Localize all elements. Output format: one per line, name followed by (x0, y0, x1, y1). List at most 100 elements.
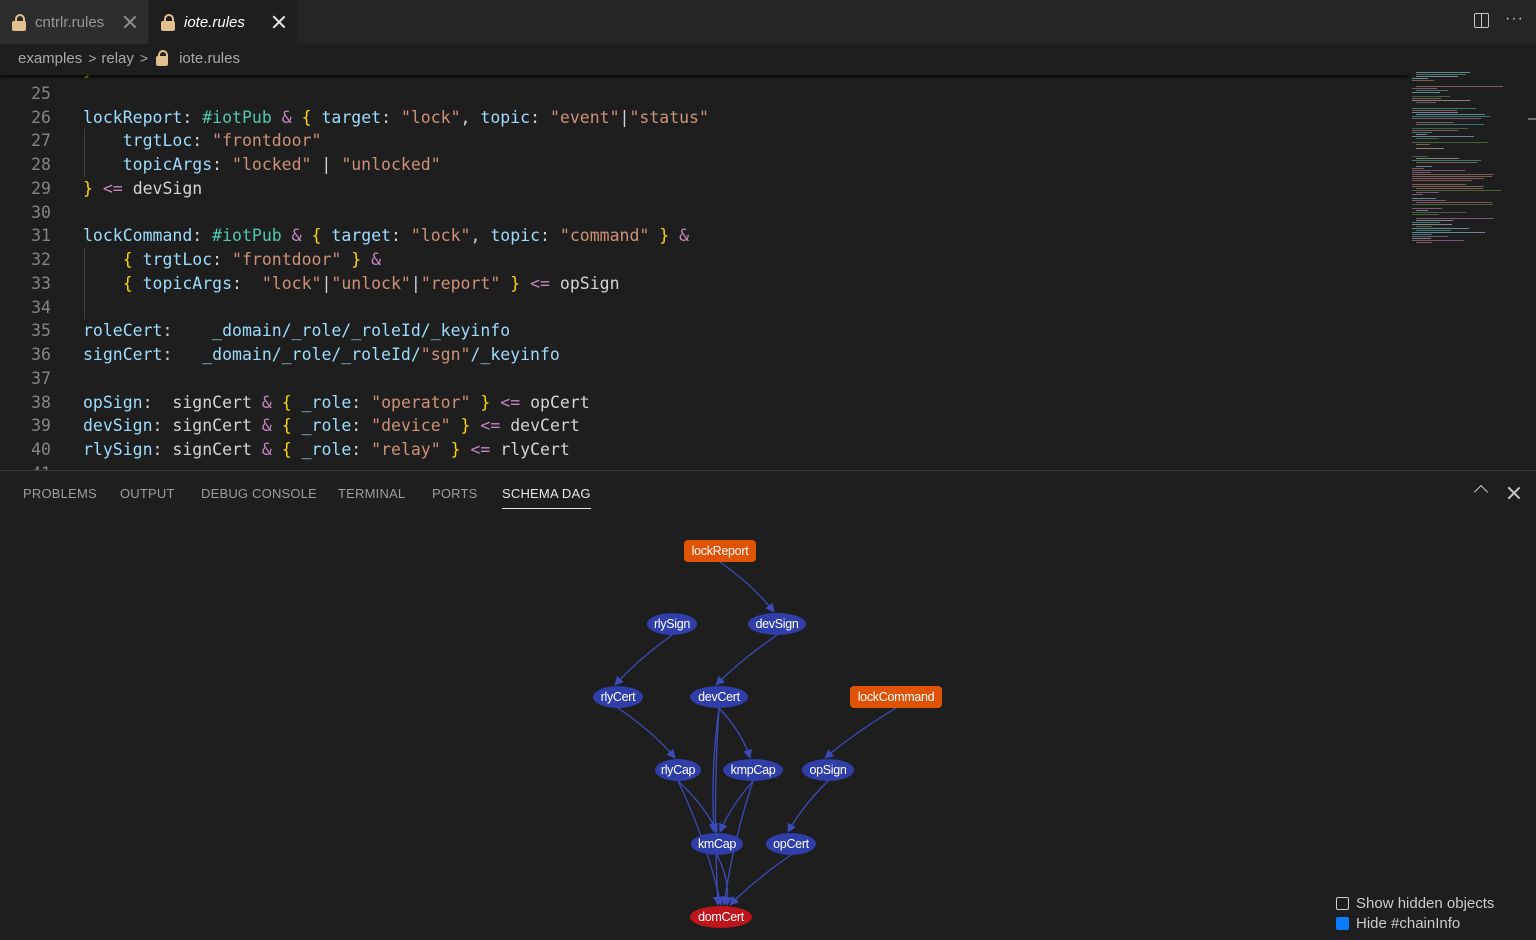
line-number: 30 (31, 202, 51, 222)
minimap-line (1416, 134, 1427, 135)
minimap-line (1412, 194, 1423, 195)
code-token: : (162, 345, 203, 364)
code-token: : (530, 107, 550, 127)
code-text: trgtLoc: "frontdoor" (83, 129, 322, 153)
code-token: _domain/_role/_roleId/_keyinfo (212, 321, 511, 341)
code-text: lockReport: #iotPub & { target: "lock", … (83, 106, 709, 130)
dag-node-lockCommand[interactable]: lockCommand (850, 686, 942, 708)
code-token: "command" (559, 226, 650, 246)
dag-edge-devCert-kmpCap (718, 707, 753, 759)
minimap-line (1416, 220, 1453, 221)
dag-edge-rlySign-rlyCert (614, 634, 673, 686)
code-text: signCert: _domain/_role/_roleId/"sgn"/_k… (83, 343, 560, 367)
chevron-right-icon: > (139, 50, 149, 66)
dag-node-opCert[interactable]: opCert (766, 833, 816, 855)
scrollbar[interactable] (1528, 118, 1536, 120)
dag-edge-devSign-devCert (715, 634, 778, 686)
code-line: 41 (0, 462, 1408, 470)
minimap-line (1416, 114, 1485, 115)
code-token: _role (301, 440, 352, 459)
code-token: topicArgs (83, 155, 213, 174)
indent-guide (84, 129, 85, 177)
minimap-line (1416, 226, 1432, 227)
code-token: & (281, 226, 312, 246)
line-number: 40 (31, 440, 51, 459)
dag-edge-kmCap-domCert (716, 854, 733, 906)
minimap-line (1412, 88, 1437, 89)
dag-node-rlyCap[interactable]: rlyCap (655, 759, 701, 781)
dag-node-label: lockReport (692, 544, 750, 558)
code-token: { (301, 107, 322, 127)
code-token: /_keyinfo (470, 345, 560, 364)
code-token: : (212, 250, 233, 269)
code-token: & (669, 226, 690, 246)
code-line: 36 signCert: _domain/_role/_roleId/"sgn"/… (0, 343, 1408, 367)
line-number: 36 (31, 345, 51, 364)
code-token: "event" (549, 107, 620, 127)
line-number: 38 (31, 392, 51, 412)
more-actions-icon[interactable]: ··· (1505, 10, 1524, 28)
minimap-line (1412, 180, 1472, 181)
breadcrumb-item-relay[interactable]: relay (101, 50, 134, 67)
code-token: & (251, 416, 282, 436)
code-token: { (281, 440, 302, 459)
code-token: : (142, 392, 173, 412)
code-line: 33 { topicArgs: "lock"|"unlock"|"report"… (0, 272, 1408, 296)
split-editor-icon[interactable] (1474, 13, 1489, 28)
minimap-line (1412, 184, 1466, 185)
breadcrumb-item-file[interactable]: iote.rules (179, 50, 240, 67)
code-line: 37 (0, 367, 1408, 391)
minimap-line (1416, 144, 1430, 145)
code-editor[interactable]: 24}2526lockReport: #iotPub & { target: "… (0, 72, 1408, 470)
line-number: 37 (31, 368, 51, 388)
minimap-line (1416, 166, 1432, 167)
show-hidden-checkbox[interactable] (1336, 896, 1349, 910)
minimap[interactable] (1412, 72, 1524, 247)
code-token: } (649, 226, 670, 246)
hide-chaininfo-option[interactable]: Hide #chainInfo (1336, 913, 1494, 933)
dag-node-lockReport[interactable]: lockReport (684, 540, 756, 562)
dag-node-label: kmpCap (731, 763, 776, 777)
line-number: 28 (31, 155, 51, 174)
dag-node-domCert[interactable]: domCert (690, 906, 752, 928)
minimap-line (1412, 78, 1428, 79)
dag-node-label: opSign (809, 763, 846, 777)
code-token: devCert (510, 416, 580, 436)
line-number: 32 (31, 250, 51, 269)
dag-node-devSign[interactable]: devSign (748, 613, 806, 635)
close-icon[interactable] (271, 14, 287, 30)
dag-node-kmpCap[interactable]: kmpCap (723, 759, 783, 781)
tab-iote-rules[interactable]: iote.rules (149, 0, 297, 44)
code-token: devSign (83, 416, 153, 436)
code-token: { (281, 392, 302, 412)
dag-node-rlyCert[interactable]: rlyCert (593, 686, 643, 708)
hide-chaininfo-checkbox[interactable] (1336, 916, 1349, 930)
code-text: opSign: signCert & { _role: "operator" }… (83, 391, 590, 415)
dag-node-devCert[interactable]: devCert (690, 686, 748, 708)
code-token: | (410, 273, 421, 293)
dag-node-kmCap[interactable]: kmCap (691, 833, 743, 855)
tab-cntrlr-rules[interactable]: cntrlr.rules (0, 0, 148, 44)
minimap-line (1412, 172, 1431, 173)
code-token: <= (460, 440, 501, 459)
close-icon[interactable] (122, 14, 138, 30)
dag-node-opSign[interactable]: opSign (802, 759, 854, 781)
code-token: : (212, 155, 233, 174)
line-number: 39 (31, 416, 51, 436)
dag-edge-kmpCap-kmCap (718, 780, 754, 833)
minimap-line (1412, 112, 1458, 113)
breadcrumb-item-examples[interactable]: examples (18, 50, 82, 67)
line-number: 29 (31, 178, 51, 198)
code-token: #iotPub (202, 107, 272, 127)
code-line: 26 lockReport: #iotPub & { target: "lock"… (0, 106, 1408, 130)
code-text: { trgtLoc: "frontdoor" } & (83, 248, 381, 272)
minimap-line (1416, 158, 1459, 159)
code-text: devSign: signCert & { _role: "device" } … (83, 414, 580, 438)
show-hidden-objects-option[interactable]: Show hidden objects (1336, 893, 1494, 913)
dag-node-rlySign[interactable]: rlySign (647, 613, 697, 635)
dag-edge-opSign-opCert (787, 780, 829, 833)
code-token: lockCommand (83, 226, 193, 246)
code-line: 29} <= devSign (0, 177, 1408, 201)
code-token: : (162, 321, 213, 341)
